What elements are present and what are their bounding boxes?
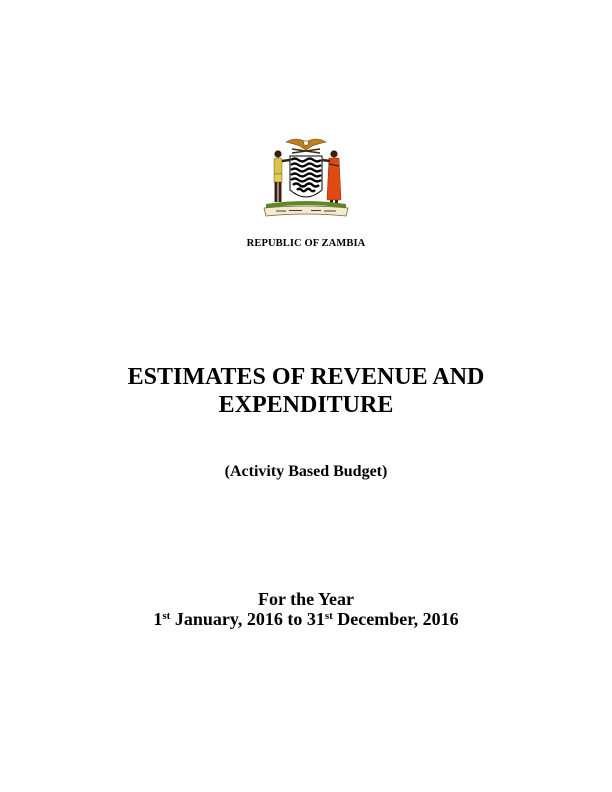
budget-period: 1st January, 2016 to 31st December, 2016 [0,609,612,630]
document-title: ESTIMATES OF REVENUE AND EXPENDITURE [127,364,485,418]
left-supporter-icon [273,150,291,202]
period-heading: For the Year [258,589,354,609]
right-supporter-icon [321,150,342,204]
period-end: December, 2016 [332,609,459,629]
motto-scroll-icon [263,205,349,217]
coat-of-arms-icon [256,134,356,220]
period-end-suffix: st [324,610,333,622]
country-name: REPUBLIC OF ZAMBIA [246,238,366,249]
document-subtitle: (Activity Based Budget) [224,463,388,480]
period-middle: January, 2016 to 31 [170,609,325,629]
eagle-icon [285,138,327,151]
shield-icon [289,155,323,198]
